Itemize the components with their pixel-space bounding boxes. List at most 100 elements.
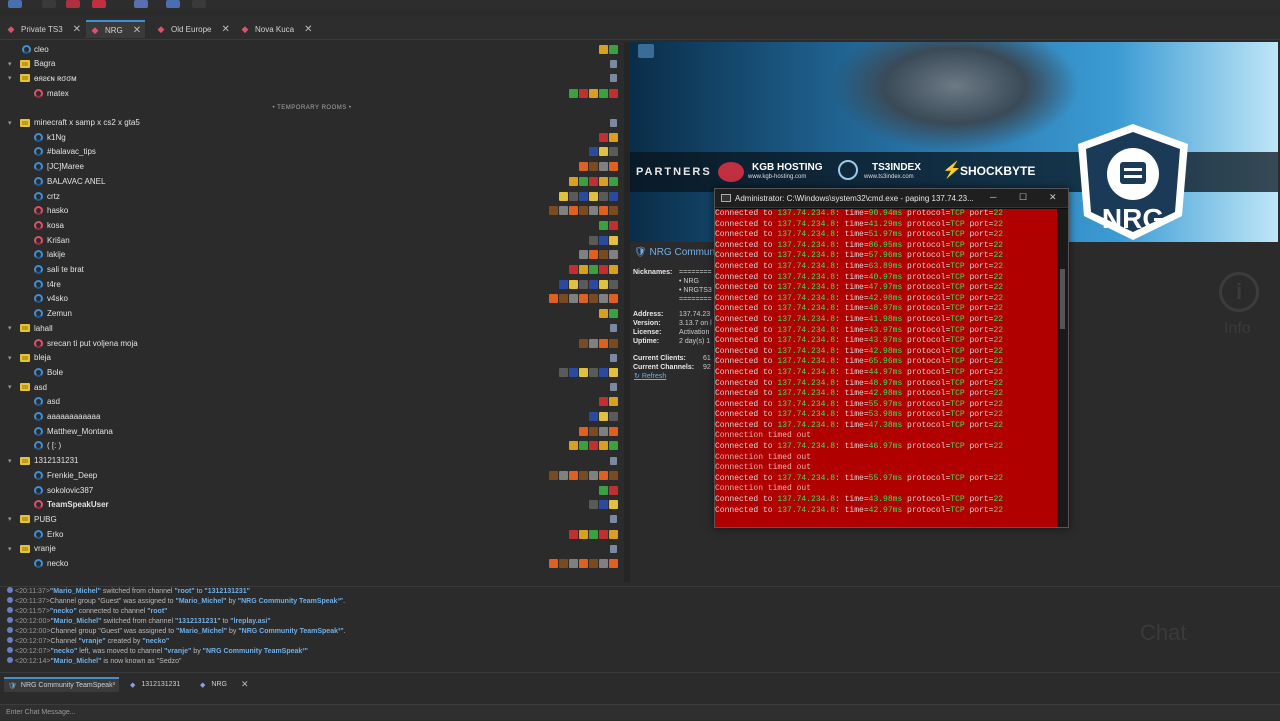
close-icon[interactable]: ✕ bbox=[133, 25, 141, 36]
close-icon[interactable]: ✕ bbox=[1049, 192, 1057, 203]
nick-sep: ======== bbox=[679, 269, 712, 276]
tab-nova-kuca[interactable]: ◆ Nova Kuca ✕ bbox=[240, 20, 313, 38]
ping-ms: 47.38ms bbox=[868, 420, 903, 430]
user-row[interactable]: srecan ti put voljena moja bbox=[0, 336, 624, 350]
settings-icon[interactable] bbox=[192, 0, 206, 8]
channel-row[interactable]: ▾ Bagra bbox=[0, 57, 624, 71]
user-row[interactable]: Zemun bbox=[0, 307, 624, 321]
refresh-link[interactable]: ↻ Refresh bbox=[634, 372, 666, 380]
port-label: port= bbox=[964, 473, 994, 483]
user-row[interactable]: sali te brat bbox=[0, 263, 624, 277]
user-row[interactable]: lakije bbox=[0, 248, 624, 262]
channel-row[interactable]: ▾ asd bbox=[0, 380, 624, 394]
user-row[interactable]: #balavac_tips bbox=[0, 145, 624, 159]
channel-row[interactable]: ▾ PUBG bbox=[0, 512, 624, 526]
user-row[interactable]: matex bbox=[0, 86, 624, 100]
tab-nrg[interactable]: ◆ NRG ✕ bbox=[86, 20, 146, 38]
chat-tab-channel[interactable]: ◆ 1312131231 bbox=[130, 677, 180, 692]
chat-tab-server[interactable]: 🛡 NRG Community TeamSpeak³ bbox=[4, 677, 119, 692]
close-icon[interactable]: ✕ bbox=[73, 24, 81, 35]
ping-ms: 55.97ms bbox=[868, 399, 903, 409]
channel-row[interactable]: ▾ vranje bbox=[0, 542, 624, 556]
expand-arrow-icon[interactable]: ▾ bbox=[8, 383, 12, 391]
port-label: port= bbox=[964, 304, 994, 314]
user-row[interactable]: ( [: ) bbox=[0, 439, 624, 453]
cmd-scroll-thumb[interactable] bbox=[1060, 269, 1065, 329]
port-label: port= bbox=[964, 209, 994, 218]
minimize-icon[interactable]: ─ bbox=[990, 192, 996, 202]
tab-private-ts3[interactable]: ◆ Private TS3 ✕ bbox=[6, 20, 82, 38]
ip-text: 137.74.234.8 bbox=[777, 420, 836, 430]
badge-icon bbox=[589, 176, 598, 186]
cmd-titlebar[interactable]: Administrator: C:\Windows\system32\cmd.e… bbox=[715, 189, 1068, 208]
log-target: "Mario_Michel" bbox=[175, 598, 227, 605]
user-row[interactable]: v4sko bbox=[0, 292, 624, 306]
expand-arrow-icon[interactable]: ▾ bbox=[8, 324, 12, 332]
user-row[interactable]: t4re bbox=[0, 277, 624, 291]
badge-icon bbox=[609, 309, 618, 319]
user-row[interactable]: necko bbox=[0, 557, 624, 571]
channel-row[interactable]: ▾ bleja bbox=[0, 351, 624, 365]
close-icon[interactable]: ✕ bbox=[241, 679, 249, 690]
user-row[interactable]: Erko bbox=[0, 527, 624, 541]
tab-old-europe[interactable]: ◆ Old Europe ✕ bbox=[156, 20, 230, 38]
user-row[interactable]: aaaaaaaaaaaa bbox=[0, 410, 624, 424]
ip-text: 137.74.234.8 bbox=[777, 230, 836, 240]
user-row[interactable]: asd bbox=[0, 395, 624, 409]
user-row[interactable]: crtz bbox=[0, 189, 624, 203]
maximize-icon[interactable]: ☐ bbox=[1019, 192, 1027, 203]
cmd-connected-line: Connected to 137.74.234.8: time=43.97ms … bbox=[715, 336, 1058, 347]
away-icon[interactable] bbox=[66, 0, 80, 8]
cmd-scrollbar[interactable] bbox=[1057, 209, 1068, 527]
user-row[interactable]: Bole bbox=[0, 365, 624, 379]
close-icon[interactable]: ✕ bbox=[304, 24, 312, 35]
ping-ms: 48.97ms bbox=[868, 304, 903, 314]
user-row[interactable]: [JC]Maree bbox=[0, 160, 624, 174]
user-row[interactable]: hasko bbox=[0, 204, 624, 218]
link-icon[interactable] bbox=[42, 0, 56, 8]
user-row[interactable]: k1Ng bbox=[0, 130, 624, 144]
expand-arrow-icon[interactable]: ▾ bbox=[8, 354, 12, 362]
channel-row[interactable]: ▾ lahall bbox=[0, 321, 624, 335]
user-row[interactable]: Krišan bbox=[0, 233, 624, 247]
ip-text: 137.74.234.8 bbox=[777, 293, 836, 303]
user-row[interactable]: kosa bbox=[0, 218, 624, 232]
time-label: : time= bbox=[835, 314, 869, 324]
chat-input[interactable]: Enter Chat Message... bbox=[0, 704, 1280, 720]
user-row[interactable]: BALAVAC ANEL bbox=[0, 174, 624, 188]
badge-icon bbox=[579, 279, 588, 289]
expand-arrow-icon[interactable]: ▾ bbox=[8, 74, 12, 82]
ip-text: 137.74.234.8 bbox=[777, 378, 836, 388]
user-row[interactable]: cleo bbox=[0, 42, 624, 56]
mute-speaker-icon[interactable] bbox=[134, 0, 148, 8]
expand-arrow-icon[interactable]: ▾ bbox=[8, 60, 12, 68]
time-label: : time= bbox=[835, 325, 869, 335]
mute-mic-icon[interactable] bbox=[92, 0, 106, 8]
expand-arrow-icon[interactable]: ▾ bbox=[8, 119, 12, 127]
bookmark-icon[interactable] bbox=[166, 0, 180, 8]
user-row[interactable]: TeamSpeakUser bbox=[0, 498, 624, 512]
info-dot-icon bbox=[7, 637, 13, 643]
server-icon: ◆ bbox=[157, 23, 165, 34]
user-row[interactable]: Frenkie_Deep bbox=[0, 468, 624, 482]
expand-arrow-icon[interactable]: ▾ bbox=[8, 515, 12, 523]
connect-icon[interactable] bbox=[8, 0, 22, 8]
port-value: 22 bbox=[993, 367, 1004, 377]
badge-icon bbox=[599, 132, 608, 142]
badge-icon bbox=[609, 485, 618, 495]
time-label: : time= bbox=[835, 378, 869, 388]
cmd-window[interactable]: Administrator: C:\Windows\system32\cmd.e… bbox=[714, 188, 1069, 528]
port-label: port= bbox=[964, 251, 994, 261]
badge-icon bbox=[589, 441, 598, 451]
time-label: : time= bbox=[835, 304, 869, 314]
user-row[interactable]: sokolovic387 bbox=[0, 483, 624, 497]
channel-row[interactable]: ▾ 1312131231 bbox=[0, 454, 624, 468]
channel-row[interactable]: ▾ ѳяƨϵɴ ʀσσм bbox=[0, 71, 624, 85]
connected-text: Connected to bbox=[715, 261, 773, 271]
user-row[interactable]: Matthew_Montana bbox=[0, 424, 624, 438]
channel-row[interactable]: ▾ minecraft x samp x cs2 x gta5 bbox=[0, 116, 624, 130]
close-icon[interactable]: ✕ bbox=[221, 24, 229, 35]
expand-arrow-icon[interactable]: ▾ bbox=[8, 545, 12, 553]
expand-arrow-icon[interactable]: ▾ bbox=[8, 457, 12, 465]
chat-tab-nrg[interactable]: ◆ NRG ✕ bbox=[200, 677, 249, 692]
